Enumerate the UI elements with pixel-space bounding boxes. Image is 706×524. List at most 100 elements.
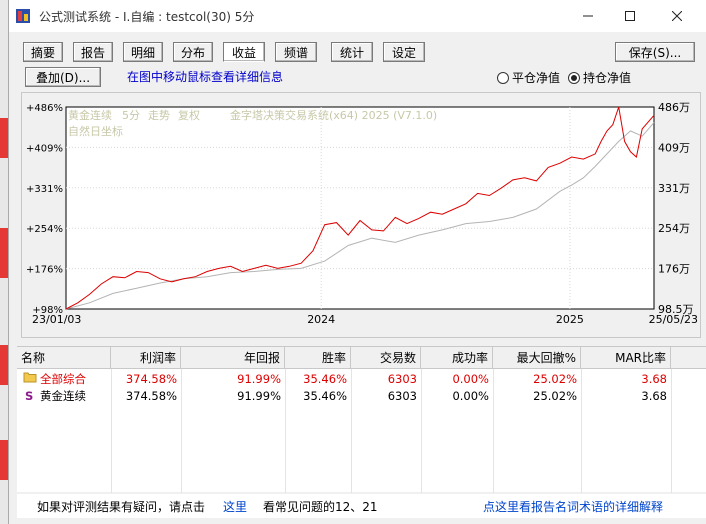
row-drawdown: 25.02%	[533, 389, 577, 403]
radio-label: 持仓净值	[583, 71, 632, 85]
legend-coordinate: 自然日坐标	[68, 124, 123, 138]
minimize-icon	[583, 15, 593, 17]
header-mar[interactable]: MAR比率	[581, 347, 671, 369]
radio-close-equity[interactable]: 平仓净值	[497, 69, 560, 86]
background-red-block	[0, 345, 8, 385]
row-profit: 374.58%	[125, 389, 177, 403]
tab-statistics[interactable]: 统计	[331, 42, 373, 62]
tab-detail[interactable]: 明细	[123, 42, 163, 62]
legend-instrument: 黄金连续	[68, 108, 112, 122]
chart-hint-text: 在图中移动鼠标查看详细信息	[127, 70, 284, 84]
x-tick-label: 25/05/23	[649, 313, 698, 326]
row-trades: 6303	[387, 389, 417, 403]
strategy-s-icon: S	[25, 389, 34, 403]
y-left-tick-label: +176%	[26, 265, 63, 276]
overlay-button[interactable]: 叠加(D)...	[25, 67, 101, 87]
tab-spectrum[interactable]: 频谱	[275, 42, 317, 62]
background-red-block	[0, 118, 8, 158]
row-name: 全部综合	[40, 372, 86, 386]
row-profit: 374.58%	[125, 372, 177, 386]
row-winrate: 35.46%	[303, 389, 347, 403]
results-table: 名称 利润率 年回报 胜率 交易数 成功率 最大回撤% MAR比率 全部综合 3…	[17, 346, 706, 493]
tab-label: 收益	[231, 45, 256, 60]
y-left-tick-label: +409%	[26, 143, 63, 154]
legend-mode-adjusted: 复权	[178, 108, 200, 122]
app-icon	[15, 8, 31, 24]
legend-system: 金字塔决策交易系统(x64) 2025 (V7.1.0)	[230, 108, 437, 122]
table-header: 名称 利润率 年回报 胜率 交易数 成功率 最大回撤% MAR比率	[17, 347, 706, 369]
save-button[interactable]: 保存(S)...	[615, 42, 695, 62]
background-red-block	[0, 228, 8, 278]
header-trades[interactable]: 交易数	[351, 347, 421, 369]
tab-settings[interactable]: 设定	[383, 42, 425, 62]
tab-report[interactable]: 报告	[73, 42, 113, 62]
header-profit[interactable]: 利润率	[111, 347, 181, 369]
radio-checked-icon	[568, 71, 580, 84]
y-right-tick-label: 486万	[658, 101, 690, 114]
tab-label: 设定	[391, 45, 416, 60]
title-bar[interactable]: 公式测试系统 - I.自编 : testcol(30) 5分	[9, 0, 706, 32]
header-drawdown[interactable]: 最大回撤%	[493, 347, 581, 369]
tab-label: 统计	[339, 45, 364, 60]
header-winrate[interactable]: 胜率	[285, 347, 351, 369]
x-tick-label: 2024	[307, 313, 335, 326]
y-left-tick-label: +486%	[26, 103, 63, 114]
plot-area	[65, 106, 655, 310]
tab-label: 明细	[130, 45, 155, 60]
row-mar: 3.68	[641, 372, 667, 386]
row-drawdown: 25.02%	[533, 372, 577, 386]
save-label: 保存(S)...	[628, 45, 682, 60]
tab-summary[interactable]: 摘要	[23, 42, 63, 62]
row-mar: 3.68	[641, 389, 667, 403]
y-right-tick-label: 331万	[658, 182, 690, 195]
header-spacer	[671, 347, 706, 369]
x-tick-label: 23/01/03	[32, 313, 81, 326]
table-row[interactable]: 全部综合 374.58% 91.99% 35.46% 6303 0.00% 25…	[17, 371, 706, 388]
row-annual: 91.99%	[237, 372, 281, 386]
tab-label: 频谱	[283, 45, 308, 60]
equity-chart[interactable]: +486%+409%+331%+254%+176%+98% 486万409万33…	[22, 93, 702, 339]
tab-label: 分布	[180, 45, 205, 60]
y-right-tick-label: 176万	[658, 263, 690, 276]
maximize-icon	[625, 11, 635, 21]
row-winrate: 35.46%	[303, 372, 347, 386]
header-success[interactable]: 成功率	[421, 347, 493, 369]
overlay-label: 叠加(D)...	[35, 70, 91, 85]
legend-mode-trend: 走势	[148, 109, 170, 122]
tab-distribution[interactable]: 分布	[173, 42, 213, 62]
background-red-block	[0, 440, 8, 480]
maximize-button[interactable]	[607, 0, 653, 32]
row-annual: 91.99%	[237, 389, 281, 403]
row-success: 0.00%	[452, 372, 489, 386]
row-trades: 6303	[387, 372, 417, 386]
window-title: 公式测试系统 - I.自编 : testcol(30) 5分	[39, 9, 255, 24]
header-name[interactable]: 名称	[17, 347, 111, 369]
formula-test-window: 公式测试系统 - I.自编 : testcol(30) 5分 摘要 报告 明细 …	[8, 0, 706, 524]
footer-here-link[interactable]: 这里	[223, 498, 247, 515]
x-tick-label: 2025	[556, 313, 584, 326]
radio-circle-icon	[497, 71, 509, 84]
y-right-tick-label: 254万	[658, 222, 690, 235]
header-annual[interactable]: 年回报	[181, 347, 285, 369]
tab-label: 摘要	[30, 45, 55, 60]
footer-faq: 看常见问题的12、21	[263, 500, 378, 514]
folder-icon	[23, 371, 39, 388]
y-left-tick-label: +254%	[26, 224, 63, 235]
background-app-strip	[0, 0, 8, 524]
minimize-button[interactable]	[565, 0, 611, 32]
footer-bar: 如果对评测结果有疑问，请点击 这里 看常见问题的12、21 点这里看报告名词术语…	[17, 494, 706, 518]
equity-chart-panel[interactable]: +486% +409% +331% +254% +176% +98% 486万 409万 33…	[21, 92, 701, 338]
tab-returns[interactable]: 收益	[223, 42, 265, 62]
radio-label: 平仓净值	[512, 71, 561, 85]
tab-label: 报告	[80, 45, 105, 60]
radio-hold-equity[interactable]: 持仓净值	[568, 69, 631, 86]
table-row[interactable]: S 黄金连续 374.58% 91.99% 35.46% 6303 0.00% …	[17, 388, 706, 405]
footer-question: 如果对评测结果有疑问，请点击	[37, 500, 206, 514]
close-button[interactable]	[654, 0, 700, 32]
close-icon	[672, 11, 682, 21]
glossary-link[interactable]: 点这里看报告名词术语的详细解释	[483, 498, 663, 515]
row-success: 0.00%	[452, 389, 489, 403]
legend-period: 5分	[122, 109, 140, 122]
row-name: 黄金连续	[40, 389, 86, 403]
y-left-tick-label: +331%	[26, 184, 63, 195]
